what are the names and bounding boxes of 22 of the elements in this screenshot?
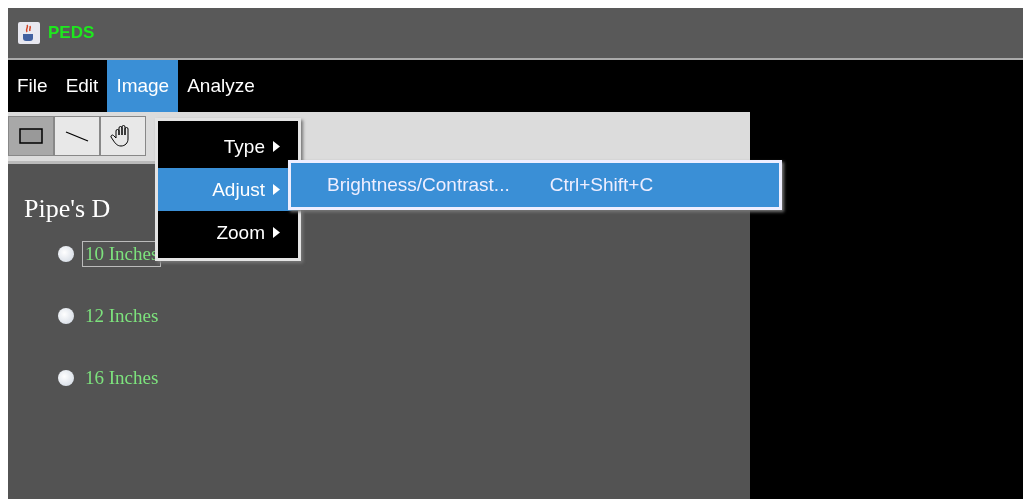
- radio-button[interactable]: [58, 308, 74, 324]
- window-title: PEDS: [48, 23, 95, 43]
- rectangle-tool-button[interactable]: [8, 116, 54, 156]
- menu-item[interactable]: Image: [107, 60, 179, 112]
- radio-button[interactable]: [58, 370, 74, 386]
- submenu-arrow-icon: [273, 184, 280, 195]
- menu-item[interactable]: Edit: [56, 60, 108, 112]
- panel-heading: Pipe's D: [24, 194, 112, 224]
- radio-button[interactable]: [58, 246, 74, 262]
- cup-icon: [18, 22, 40, 44]
- hand-tool-button[interactable]: [100, 116, 146, 156]
- menu-item[interactable]: Analyze: [178, 60, 264, 112]
- submenu-arrow-icon: [273, 141, 280, 152]
- shortcut-label: Ctrl+Shift+C: [549, 174, 654, 196]
- menu-item[interactable]: File: [8, 60, 57, 112]
- menu-item[interactable]: Adjust: [158, 168, 298, 211]
- radio-label[interactable]: 12 Inches: [82, 303, 162, 329]
- rectangle-icon: [18, 126, 44, 146]
- radio-label[interactable]: 16 Inches: [82, 365, 162, 391]
- menu-item[interactable]: Brightness/Contrast... Ctrl+Shift+C: [291, 163, 779, 207]
- submenu-arrow-icon: [273, 227, 280, 238]
- menu-item-label: Brightness/Contrast...: [327, 174, 510, 196]
